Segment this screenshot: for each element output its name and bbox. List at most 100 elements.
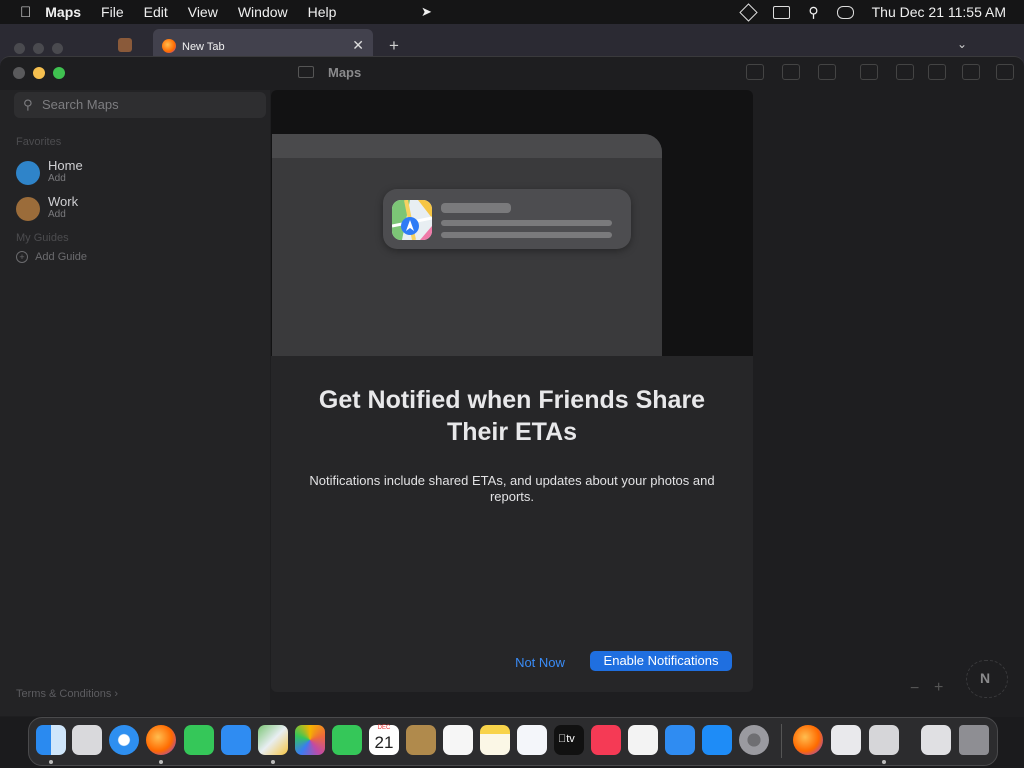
control-center-icon[interactable] bbox=[836, 5, 854, 19]
terms-label: Terms & Conditions bbox=[16, 688, 112, 700]
hero-illustration bbox=[271, 90, 753, 356]
status-diamond-icon[interactable] bbox=[739, 2, 759, 22]
tv-label: tv bbox=[558, 733, 575, 745]
add-guide-label: Add Guide bbox=[35, 251, 88, 263]
safari-icon[interactable] bbox=[109, 725, 139, 755]
close-tab-icon[interactable]: ✕ bbox=[352, 37, 364, 54]
photos-icon[interactable] bbox=[295, 725, 325, 755]
add-circle-icon: + bbox=[16, 251, 28, 264]
preview-icon[interactable] bbox=[869, 725, 899, 755]
tracking-icon[interactable] bbox=[896, 64, 914, 80]
apple-tv-icon[interactable]: tv bbox=[554, 725, 584, 755]
finder-running-dot bbox=[49, 760, 53, 764]
map-mode-icon[interactable] bbox=[782, 64, 800, 80]
sheet-body: Notifications include shared ETAs, and u… bbox=[309, 473, 715, 504]
calendar-icon[interactable]: DEC 21 bbox=[369, 725, 399, 755]
system-settings-icon[interactable] bbox=[739, 725, 769, 755]
finder-icon[interactable] bbox=[36, 725, 66, 755]
notification-permission-sheet: Get Notified when Friends Share Their ET… bbox=[271, 90, 753, 692]
favorite-work-label: Work bbox=[48, 194, 79, 209]
tab-list-chevron-icon[interactable]: ⌄ bbox=[957, 37, 967, 51]
account-icon[interactable] bbox=[996, 64, 1014, 80]
search-icon: ⚲ bbox=[23, 97, 33, 112]
window-title: Maps bbox=[328, 65, 362, 80]
script-editor-icon[interactable] bbox=[831, 725, 861, 755]
launchpad-icon[interactable] bbox=[72, 725, 102, 755]
menu-edit[interactable]: Edit bbox=[144, 4, 168, 20]
terms-link[interactable]: Terms & Conditions › bbox=[16, 688, 118, 700]
maps-app-icon bbox=[392, 200, 432, 240]
mouse-cursor-icon: ➤ bbox=[421, 4, 432, 19]
enable-notifications-button[interactable]: Enable Notifications bbox=[590, 651, 732, 671]
downloads-stack-icon[interactable] bbox=[921, 725, 951, 755]
menu-window[interactable]: Window bbox=[238, 4, 288, 20]
favorite-home-label: Home bbox=[48, 158, 83, 173]
favorite-work-sub: Add bbox=[48, 209, 66, 220]
facetime-icon[interactable] bbox=[332, 725, 362, 755]
sidebar-toggle-icon[interactable] bbox=[298, 66, 314, 78]
maps-running-dot bbox=[271, 760, 275, 764]
reminders-icon[interactable] bbox=[443, 725, 473, 755]
home-icon bbox=[16, 161, 40, 185]
calendar-month: DEC bbox=[377, 725, 391, 731]
add-icon[interactable] bbox=[928, 64, 946, 80]
directions-icon[interactable] bbox=[746, 64, 764, 80]
app-store-icon[interactable] bbox=[702, 725, 732, 755]
window-switcher-icon[interactable] bbox=[773, 5, 791, 19]
look-around-icon[interactable] bbox=[860, 64, 878, 80]
mail-icon[interactable] bbox=[221, 725, 251, 755]
chevron-right-icon: › bbox=[111, 688, 119, 700]
browser-extension-icon[interactable] bbox=[118, 38, 132, 52]
add-guide-button[interactable]: + Add Guide bbox=[16, 251, 88, 264]
notes-icon[interactable] bbox=[480, 725, 510, 755]
banner-line-2 bbox=[441, 232, 612, 238]
firefox-tab-icon bbox=[162, 39, 176, 53]
search-input[interactable]: ⚲ Search Maps bbox=[14, 92, 266, 118]
not-now-button[interactable]: Not Now bbox=[497, 653, 583, 673]
news-icon[interactable] bbox=[628, 725, 658, 755]
apple-menu-icon[interactable]:  bbox=[20, 4, 31, 21]
firefox-recent-icon[interactable] bbox=[793, 725, 823, 755]
zoom-window-button[interactable] bbox=[53, 67, 65, 79]
search-placeholder: Search Maps bbox=[42, 97, 119, 112]
trash-icon[interactable] bbox=[959, 725, 989, 755]
menu-app-name[interactable]: Maps bbox=[45, 4, 81, 20]
share-icon[interactable] bbox=[962, 64, 980, 80]
favorite-home-sub: Add bbox=[48, 173, 66, 184]
preview-running-dot bbox=[882, 760, 886, 764]
freeform-icon[interactable] bbox=[517, 725, 547, 755]
menu-clock[interactable]: Thu Dec 21 11:55 AM bbox=[872, 4, 1006, 20]
illustration-notification-banner bbox=[383, 189, 631, 249]
firefox-running-dot bbox=[159, 760, 163, 764]
window-traffic-lights bbox=[13, 66, 65, 84]
guides-header: My Guides bbox=[16, 232, 69, 244]
new-tab-icon[interactable]: + bbox=[389, 36, 399, 56]
favorite-work[interactable]: Work Add bbox=[16, 194, 256, 228]
zoom-in-icon[interactable]: + bbox=[934, 679, 943, 697]
briefcase-icon bbox=[16, 197, 40, 221]
music-icon[interactable] bbox=[591, 725, 621, 755]
keynote-icon[interactable] bbox=[665, 725, 695, 755]
3d-view-icon[interactable] bbox=[818, 64, 836, 80]
maps-dock-icon[interactable] bbox=[258, 725, 288, 755]
minimize-window-button[interactable] bbox=[33, 67, 45, 79]
favorite-home[interactable]: Home Add bbox=[16, 158, 256, 192]
firefox-icon[interactable] bbox=[146, 725, 176, 755]
compass[interactable]: N bbox=[966, 660, 1008, 698]
messages-icon[interactable] bbox=[184, 725, 214, 755]
zoom-out-icon[interactable]: − bbox=[910, 680, 919, 698]
sheet-title: Get Notified when Friends Share Their ET… bbox=[318, 386, 706, 446]
menu-help[interactable]: Help bbox=[308, 4, 337, 20]
spotlight-search-icon[interactable]: ⚲ bbox=[808, 4, 818, 21]
menu-bar:  Maps File Edit View Window Help ➤ ⚲ Th… bbox=[0, 0, 1024, 24]
browser-tab-label: New Tab bbox=[182, 41, 225, 53]
banner-title-bar bbox=[441, 203, 511, 213]
menu-view[interactable]: View bbox=[188, 4, 218, 20]
close-window-button[interactable] bbox=[13, 67, 25, 79]
calendar-day: 21 bbox=[374, 733, 394, 752]
illustration-window-titlebar bbox=[272, 134, 662, 158]
contacts-icon[interactable] bbox=[406, 725, 436, 755]
menu-file[interactable]: File bbox=[101, 4, 124, 20]
dock: DEC 21 tv bbox=[28, 717, 998, 766]
favorites-header: Favorites bbox=[16, 136, 62, 148]
